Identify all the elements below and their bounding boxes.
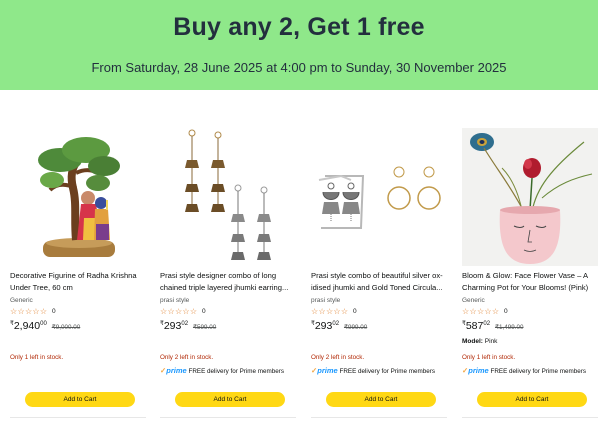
promo-title: Buy any 2, Get 1 free [173, 13, 425, 41]
divider [160, 417, 296, 418]
price-whole: 293 [314, 320, 333, 332]
add-to-cart-button[interactable]: Add to Cart [175, 392, 285, 407]
divider [462, 417, 598, 418]
star-rating-icon[interactable]: ☆☆☆☆☆ [462, 307, 499, 316]
jhumki-earrings-image[interactable] [160, 128, 296, 266]
model-label: Model: [462, 338, 483, 345]
product-card: Decorative Figurine of Radha Krishna Und… [10, 128, 146, 418]
rating-count[interactable]: 0 [353, 308, 357, 315]
prime-delivery: ✓prime FREE delivery for Prime members [311, 366, 435, 375]
price-whole: 587 [465, 320, 484, 332]
add-to-cart-button[interactable]: Add to Cart [477, 392, 587, 407]
product-card: Prasi style combo of beautiful silver ox… [311, 128, 447, 418]
model-value: Pink [484, 338, 498, 345]
product-brand: Generic [10, 297, 33, 304]
product-price: ₹29302 ₹599.00 [160, 320, 216, 332]
prime-delivery-text: FREE delivery for Prime members [490, 368, 587, 375]
model-info: Model: Pink [462, 338, 497, 345]
product-price: ₹58702 ₹1,499.00 [462, 320, 524, 332]
star-rating-icon[interactable]: ☆☆☆☆☆ [311, 307, 348, 316]
star-rating-icon[interactable]: ☆☆☆☆☆ [160, 307, 197, 316]
list-price: ₹9,000.00 [51, 324, 81, 331]
product-title[interactable]: Decorative Figurine of Radha Krishna Und… [10, 270, 146, 294]
rating-count[interactable]: 0 [202, 308, 206, 315]
stock-status: Only 1 left in stock. [10, 354, 64, 361]
prime-logo: prime [468, 366, 489, 375]
prime-delivery-text: FREE delivery for Prime members [188, 368, 285, 375]
price-whole: 2,940 [13, 320, 41, 332]
product-title[interactable]: Bloom & Glow: Face Flower Vase – A Charm… [462, 270, 598, 294]
prime-delivery: ✓prime FREE delivery for Prime members [160, 366, 284, 375]
price-fraction: 02 [181, 321, 189, 327]
star-rating-icon[interactable]: ☆☆☆☆☆ [10, 307, 47, 316]
add-to-cart-button[interactable]: Add to Cart [326, 392, 436, 407]
product-brand: Generic [462, 297, 485, 304]
stock-status: Only 2 left in stock. [311, 354, 365, 361]
price-fraction: 02 [332, 321, 340, 327]
product-price: ₹2,94000 ₹9,000.00 [10, 320, 80, 332]
price-whole: 293 [163, 320, 182, 332]
stock-status: Only 2 left in stock. [160, 354, 214, 361]
prime-logo: prime [166, 366, 187, 375]
prime-logo: prime [317, 366, 338, 375]
product-brand: prasi style [311, 297, 341, 304]
list-price: ₹599.00 [192, 324, 217, 331]
list-price: ₹999.00 [343, 324, 368, 331]
stock-status: Only 1 left in stock. [462, 354, 516, 361]
product-card: Prasi style designer combo of long chain… [160, 128, 296, 418]
product-card: Bloom & Glow: Face Flower Vase – A Charm… [462, 128, 598, 418]
promo-dates: From Saturday, 28 June 2025 at 4:00 pm t… [91, 60, 507, 75]
divider [311, 417, 447, 418]
price-fraction: 02 [483, 321, 491, 327]
rating-count[interactable]: 0 [504, 308, 508, 315]
silver-jhumki-and-hoops-image[interactable] [311, 128, 447, 266]
product-title[interactable]: Prasi style combo of beautiful silver ox… [311, 270, 447, 294]
product-brand: prasi style [160, 297, 190, 304]
prime-delivery-text: FREE delivery for Prime members [339, 368, 436, 375]
radha-krishna-figurine-image[interactable] [10, 128, 146, 266]
face-flower-vase-image[interactable] [462, 128, 598, 266]
add-to-cart-button[interactable]: Add to Cart [25, 392, 135, 407]
product-price: ₹29302 ₹999.00 [311, 320, 367, 332]
promo-banner: Buy any 2, Get 1 free From Saturday, 28 … [0, 0, 598, 90]
rating-count[interactable]: 0 [52, 308, 56, 315]
divider [10, 417, 146, 418]
product-title[interactable]: Prasi style designer combo of long chain… [160, 270, 296, 294]
list-price: ₹1,499.00 [494, 324, 524, 331]
price-fraction: 00 [40, 321, 47, 327]
prime-delivery: ✓prime FREE delivery for Prime members [462, 366, 586, 375]
